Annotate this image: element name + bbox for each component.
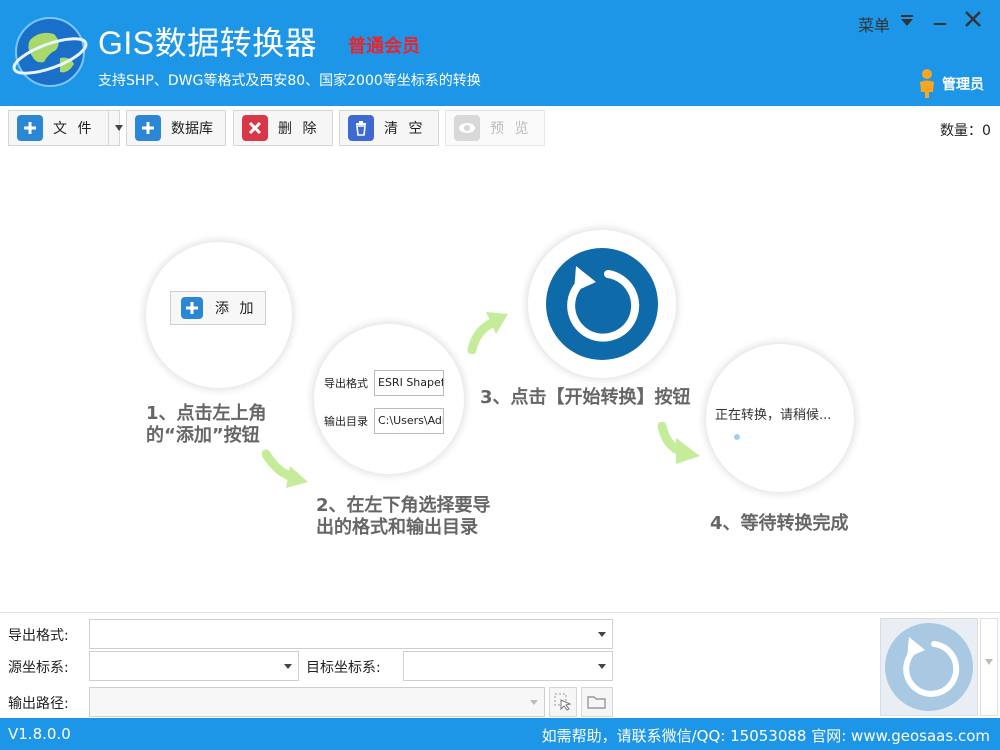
- step3-text: 3、点击【开始转换】按钮: [480, 387, 691, 408]
- eye-icon: [454, 115, 480, 141]
- app-title: GIS数据转换器: [98, 25, 318, 61]
- admin-user-icon: [920, 69, 934, 98]
- help-contact-text: 如需帮助，请联系微信/QQ: 15053088 官网: www.geosaas.…: [541, 727, 990, 745]
- chevron-down-icon: [985, 659, 993, 665]
- illustration-dir-label: 输出目录: [324, 415, 368, 428]
- plus-icon: [181, 297, 203, 319]
- source-crs-label: 源坐标系:: [8, 660, 69, 676]
- target-crs-select[interactable]: [403, 651, 613, 681]
- chevron-down-icon: [598, 664, 606, 669]
- delete-button-label: 删 除: [278, 121, 320, 137]
- target-crs-label: 目标坐标系:: [306, 660, 381, 676]
- export-form-illustration: 导出格式 ESRI Shapefile 输出目录 C:\Users\Adm: [314, 324, 464, 474]
- illustration-dir-box: C:\Users\Adm: [374, 408, 444, 434]
- output-path-select[interactable]: [89, 687, 545, 717]
- illustration-format-box: ESRI Shapefile: [374, 370, 444, 396]
- illustration-format-label: 导出格式: [324, 377, 368, 390]
- preview-button-label: 预 览: [490, 121, 532, 137]
- step1-circle: 添 加: [146, 242, 292, 388]
- waiting-text: 正在转换，请稍候...: [715, 408, 832, 423]
- step4-circle: 正在转换，请稍候...: [706, 344, 854, 492]
- item-count: 数量：0: [940, 123, 991, 139]
- minimize-icon[interactable]: [932, 10, 948, 30]
- clear-button[interactable]: 清 空: [339, 110, 439, 146]
- browse-folder-button[interactable]: [581, 687, 613, 717]
- delete-x-icon: [242, 115, 268, 141]
- version-label: V1.8.0.0: [8, 725, 71, 743]
- status-bar: V1.8.0.0 如需帮助，请联系微信/QQ: 15053088 官网: www…: [0, 718, 1000, 750]
- member-level-badge: 普通会员: [348, 36, 420, 57]
- refresh-convert-icon: [546, 248, 658, 360]
- refresh-convert-icon: [885, 623, 973, 711]
- menu-caret-icon[interactable]: [900, 14, 914, 28]
- plus-icon: [135, 115, 161, 141]
- step3-circle: [528, 230, 676, 378]
- database-button-label: 数据库: [171, 121, 213, 137]
- step2-text-line2: 出的格式和输出目录: [316, 517, 478, 538]
- close-icon[interactable]: [962, 8, 984, 30]
- loading-dot: [734, 434, 740, 440]
- export-format-select[interactable]: [89, 619, 613, 649]
- chevron-down-icon: [598, 632, 606, 637]
- cursor-select-icon: [554, 693, 572, 711]
- preview-button[interactable]: 预 览: [445, 110, 545, 146]
- title-bar: GIS数据转换器 普通会员 支持SHP、DWG等格式及西安80、国家2000等坐…: [0, 0, 1000, 106]
- step1-text-line1: 1、点击左上角: [146, 403, 267, 424]
- globe-logo-icon: [12, 17, 88, 87]
- arrow-icon: [262, 449, 308, 488]
- illustration-format-row: 导出格式 ESRI Shapefile: [324, 370, 444, 396]
- illustration-dir-row: 输出目录 C:\Users\Adm: [324, 408, 444, 434]
- menu-button[interactable]: 菜单: [858, 12, 890, 36]
- chevron-down-icon: [284, 664, 292, 669]
- file-button[interactable]: 文 件: [8, 110, 123, 146]
- app-subtitle: 支持SHP、DWG等格式及西安80、国家2000等坐标系的转换: [98, 73, 481, 89]
- chevron-down-icon: [530, 700, 538, 705]
- clear-button-label: 清 空: [384, 121, 426, 137]
- chevron-down-icon: [114, 125, 123, 131]
- arrow-icon: [657, 422, 700, 464]
- add-illustration-label: 添 加: [215, 301, 257, 317]
- pick-location-button[interactable]: [549, 687, 577, 717]
- step2-text-line1: 2、在左下角选择要导: [316, 495, 491, 516]
- file-button-label: 文 件: [53, 121, 95, 137]
- database-button[interactable]: 数据库: [126, 110, 226, 146]
- guide-area: 添 加 1、点击左上角 的“添加”按钮 导出格式 ESRI Shapefile …: [0, 150, 1000, 612]
- source-crs-select[interactable]: [89, 651, 299, 681]
- admin-label[interactable]: 管理员: [942, 74, 984, 94]
- step4-text: 4、等待转换完成: [710, 513, 849, 534]
- trash-icon: [348, 115, 374, 141]
- step1-text-line2: 的“添加”按钮: [146, 425, 260, 446]
- plus-icon: [17, 115, 43, 141]
- start-convert-button[interactable]: [880, 618, 978, 716]
- arrow-icon: [467, 312, 508, 354]
- export-format-label: 导出格式:: [8, 628, 69, 644]
- toolbar: 文 件 数据库 删 除 清 空 预 览 数量：0: [0, 106, 1000, 150]
- folder-icon: [587, 696, 606, 709]
- step2-circle: 导出格式 ESRI Shapefile 输出目录 C:\Users\Adm: [314, 324, 464, 474]
- output-path-label: 输出路径:: [8, 696, 69, 712]
- file-dropdown-arrow[interactable]: [108, 111, 128, 145]
- delete-button[interactable]: 删 除: [233, 110, 333, 146]
- add-button-illustration: 添 加: [170, 291, 266, 325]
- convert-options-dropdown[interactable]: [980, 618, 998, 716]
- settings-panel: 导出格式: 源坐标系: 目标坐标系: 输出路径:: [0, 612, 1000, 718]
